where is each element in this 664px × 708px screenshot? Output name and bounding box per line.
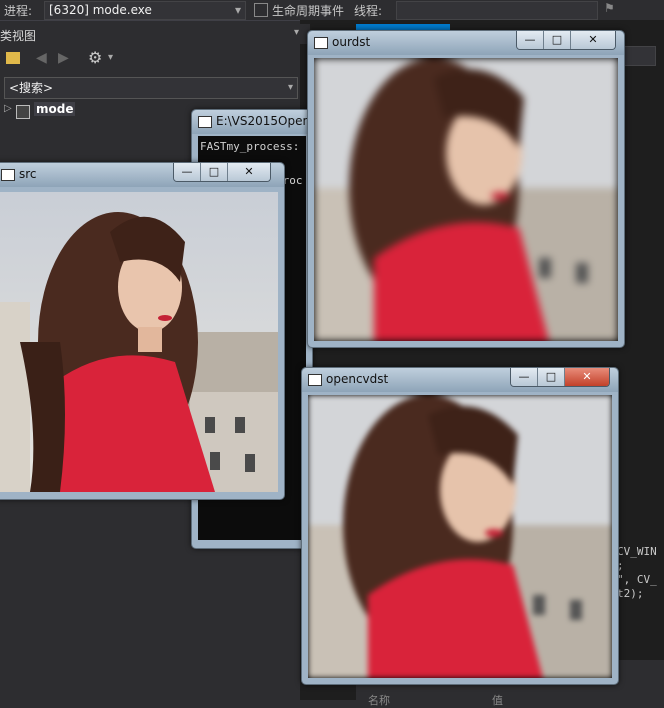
minimize-button[interactable]: — <box>174 163 200 181</box>
window-title: src <box>19 167 37 181</box>
opencvdst-window[interactable]: opencvdst — □ ✕ <box>301 367 619 685</box>
window-title: ourdst <box>332 35 371 49</box>
maximize-button[interactable]: □ <box>543 31 570 49</box>
class-view-toolbar: ◀ ▶ ⚙ ▾ <box>0 48 310 72</box>
panel-menu-icon[interactable]: ▾ <box>294 27 299 38</box>
window-controls: — □ ✕ <box>510 368 610 387</box>
column-name: 名称 <box>368 694 390 707</box>
tree-item-label: mode <box>34 102 76 116</box>
forward-icon[interactable]: ▶ <box>58 50 69 66</box>
code-snippet: CV_WIN ; ", CV_ t2); <box>617 545 664 610</box>
process-value: [6320] mode.exe <box>49 3 152 17</box>
close-button[interactable]: ✕ <box>227 163 270 181</box>
maximize-button[interactable]: □ <box>200 163 227 181</box>
chevron-down-icon[interactable]: ▾ <box>288 78 293 98</box>
column-value: 值 <box>492 694 503 707</box>
console-line: FASTmy_process: <box>200 140 300 153</box>
expand-arrow-icon[interactable]: ▷ <box>4 103 12 114</box>
flag-icon[interactable]: ⚑ <box>604 1 615 15</box>
blurred-photo <box>308 395 612 678</box>
lifecycle-events-button[interactable]: 生命周期事件 <box>272 2 344 19</box>
portrait-photo <box>0 192 278 492</box>
window-title: opencvdst <box>326 372 389 386</box>
opencvdst-image <box>308 395 612 678</box>
window-app-icon <box>1 169 15 181</box>
thread-dropdown[interactable] <box>396 1 598 20</box>
src-image <box>0 192 278 492</box>
class-view-title: 类视图 <box>0 29 37 43</box>
ourdst-window[interactable]: ourdst — □ ✕ <box>307 30 625 348</box>
window-controls: — □ ✕ <box>173 163 271 182</box>
lifecycle-icon[interactable] <box>254 3 268 17</box>
minimize-button[interactable]: — <box>511 368 537 386</box>
window-app-icon <box>314 37 328 49</box>
console-title: E:\VS2015Open <box>216 114 311 128</box>
class-view-header <box>0 24 310 44</box>
back-icon[interactable]: ◀ <box>36 50 47 66</box>
src-window[interactable]: src — □ ✕ <box>0 162 285 500</box>
gear-icon[interactable]: ⚙ <box>88 48 102 67</box>
ourdst-image <box>314 58 618 341</box>
thread-label: 线程: <box>354 4 383 18</box>
class-search-input[interactable]: <搜索> ▾ <box>4 77 298 99</box>
search-placeholder: <搜索> <box>9 81 54 95</box>
chevron-down-icon: ▾ <box>234 3 241 17</box>
chevron-down-icon[interactable]: ▾ <box>108 52 113 63</box>
minimize-button[interactable]: — <box>517 31 543 49</box>
maximize-button[interactable]: □ <box>537 368 564 386</box>
console-titlebar[interactable]: E:\VS2015Open <box>192 110 312 134</box>
process-dropdown[interactable]: [6320] mode.exe ▾ <box>44 1 246 20</box>
window-app-icon <box>308 374 322 386</box>
debug-toolbar: 进程: [6320] mode.exe ▾ 生命周期事件 线程: ⚑ <box>0 0 664 21</box>
process-label: 进程: <box>4 4 33 18</box>
close-button[interactable]: ✕ <box>564 368 609 386</box>
new-folder-icon[interactable] <box>6 52 20 64</box>
console-app-icon <box>198 116 212 128</box>
blurred-photo <box>314 58 618 341</box>
window-controls: — □ ✕ <box>516 31 616 50</box>
project-icon <box>16 105 30 119</box>
close-button[interactable]: ✕ <box>570 31 615 49</box>
